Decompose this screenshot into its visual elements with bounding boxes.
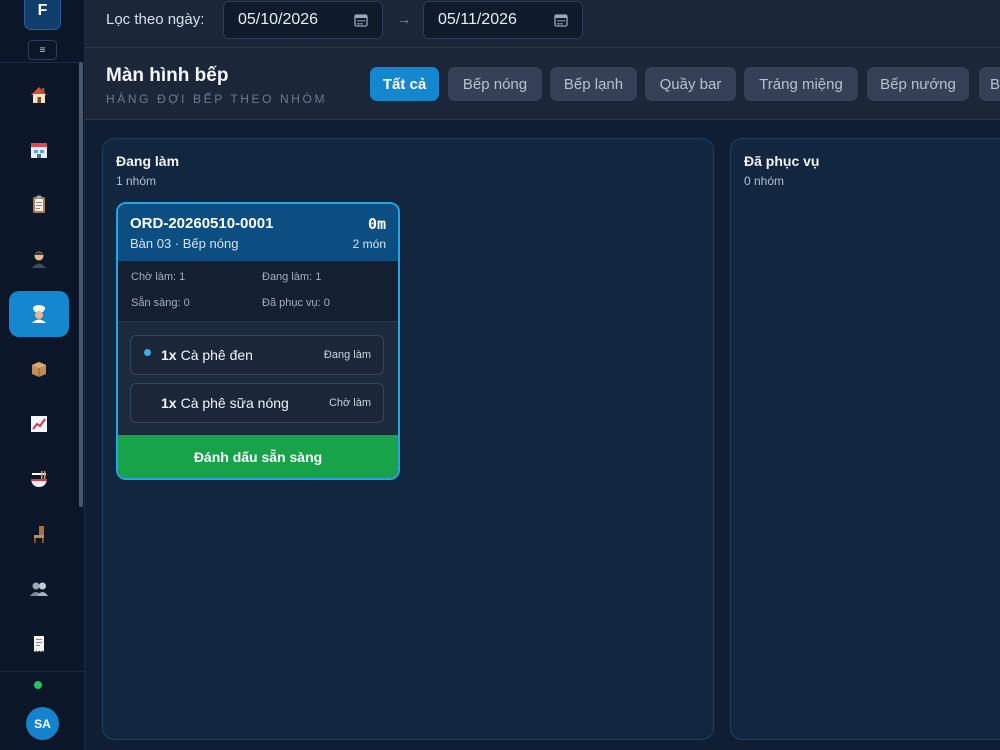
tab-grill[interactable]: Bếp nướng — [867, 67, 969, 101]
page-title: Màn hình bếp — [106, 65, 229, 86]
brand-logo[interactable]: F — [24, 0, 61, 30]
date-from-field[interactable]: 05/10/2026 — [223, 1, 383, 39]
item-status: Đang làm — [323, 349, 371, 361]
in-progress-dot-icon — [144, 349, 151, 356]
sidebar-item-users[interactable] — [9, 566, 69, 612]
tab-dessert[interactable]: Tráng miệng — [744, 67, 858, 101]
mark-ready-button[interactable]: Đánh dấu sẵn sàng — [118, 435, 398, 478]
avatar[interactable]: SA — [26, 707, 59, 740]
order-stats: Chờ làm: 1 Đang làm: 1 Sẵn sàng: 0 Đã ph… — [118, 261, 398, 322]
order-card-header: ORD-20260510-0001 0m Bàn 03 · Bếp nóng 2… — [118, 204, 398, 261]
package-icon — [32, 362, 46, 377]
online-status-dot — [34, 681, 42, 689]
column-in-progress: Đang làm 1 nhóm ORD-20260510-0001 0m Bàn… — [102, 138, 714, 740]
date-to-value: 05/11/2026 — [438, 11, 517, 28]
date-filter-bar: Lọc theo ngày: 05/10/2026 → 05/11/2026 — [85, 0, 1000, 48]
sidebar-item-home[interactable] — [9, 72, 69, 118]
sidebar: F ≡ SA — [0, 0, 85, 750]
column-count: 1 nhóm — [116, 174, 157, 188]
date-range-arrow: → — [397, 11, 411, 27]
stat-waiting: Chờ làm: 1 — [131, 271, 186, 283]
sidebar-item-kitchen[interactable] — [9, 291, 69, 337]
page-subtitle: HÀNG ĐỢI BẾP THEO NHÓM — [106, 92, 328, 106]
sidebar-item-menu[interactable] — [9, 456, 69, 502]
column-title: Đang làm — [116, 153, 180, 169]
list-item[interactable]: 1x Cà phê đen Đang làm — [130, 335, 384, 375]
order-card[interactable]: ORD-20260510-0001 0m Bàn 03 · Bếp nóng 2… — [116, 202, 400, 480]
page-header: Màn hình bếp HÀNG ĐỢI BẾP THEO NHÓM Tất … — [85, 48, 1000, 120]
tab-bar[interactable]: Quầy bar — [645, 67, 736, 101]
item-name: 1x Cà phê đen — [161, 347, 253, 363]
sidebar-bottom-divider — [0, 671, 84, 672]
sidebar-item-staff[interactable] — [9, 236, 69, 282]
order-location: Bàn 03 · Bếp nóng — [130, 236, 239, 251]
date-from-value: 05/10/2026 — [238, 11, 319, 28]
sidebar-item-tables[interactable] — [9, 511, 69, 557]
receipt-icon — [34, 636, 44, 652]
users-icon — [30, 582, 48, 596]
column-title: Đã phục vụ — [744, 153, 820, 169]
chart-icon — [31, 416, 47, 432]
home-icon — [31, 87, 47, 103]
tab-more[interactable]: B — [979, 67, 1000, 101]
item-name: 1x Cà phê sữa nóng — [161, 395, 289, 411]
column-count: 0 nhóm — [744, 174, 785, 188]
sidebar-item-reports[interactable] — [9, 401, 69, 447]
elapsed-time: 0m — [367, 215, 386, 233]
order-id: ORD-20260510-0001 — [130, 215, 274, 232]
sidebar-item-orders[interactable] — [9, 181, 69, 227]
tab-cold-kitchen[interactable]: Bếp lạnh — [550, 67, 637, 101]
sidebar-scroll-thumb[interactable] — [79, 62, 83, 507]
date-filter-label: Lọc theo ngày: — [106, 11, 205, 28]
stat-served: Đã phục vụ: 0 — [262, 297, 330, 309]
date-to-field[interactable]: 05/11/2026 — [423, 1, 583, 39]
sidebar-scrollbar[interactable] — [78, 62, 84, 672]
sidebar-item-store[interactable] — [9, 127, 69, 173]
list-item[interactable]: 1x Cà phê sữa nóng Chờ làm — [130, 383, 384, 423]
clipboard-icon — [33, 195, 45, 213]
noodle-icon — [31, 471, 47, 487]
calendar-icon[interactable] — [354, 13, 368, 27]
column-served: Đã phục vụ 0 nhóm — [730, 138, 1000, 740]
calendar-icon[interactable] — [554, 13, 568, 27]
sidebar-item-invoices[interactable] — [9, 621, 69, 667]
store-icon — [31, 143, 47, 158]
chair-icon — [34, 526, 44, 543]
stat-in-progress: Đang làm: 1 — [262, 271, 322, 283]
stat-ready: Sẵn sàng: 0 — [131, 297, 190, 309]
order-item-count: 2 món — [352, 237, 386, 251]
sidebar-divider — [0, 62, 84, 63]
waiter-icon — [32, 251, 46, 268]
tab-all[interactable]: Tất cả — [370, 67, 439, 101]
item-status: Chờ làm — [328, 397, 371, 409]
collapse-sidebar-button[interactable]: ≡ — [28, 40, 57, 60]
order-items: 1x Cà phê đen Đang làm 1x Cà phê sữa nóng … — [118, 322, 398, 436]
tab-hot-kitchen[interactable]: Bếp nóng — [448, 67, 542, 101]
chef-icon — [32, 305, 46, 323]
sidebar-item-inventory[interactable] — [9, 346, 69, 392]
